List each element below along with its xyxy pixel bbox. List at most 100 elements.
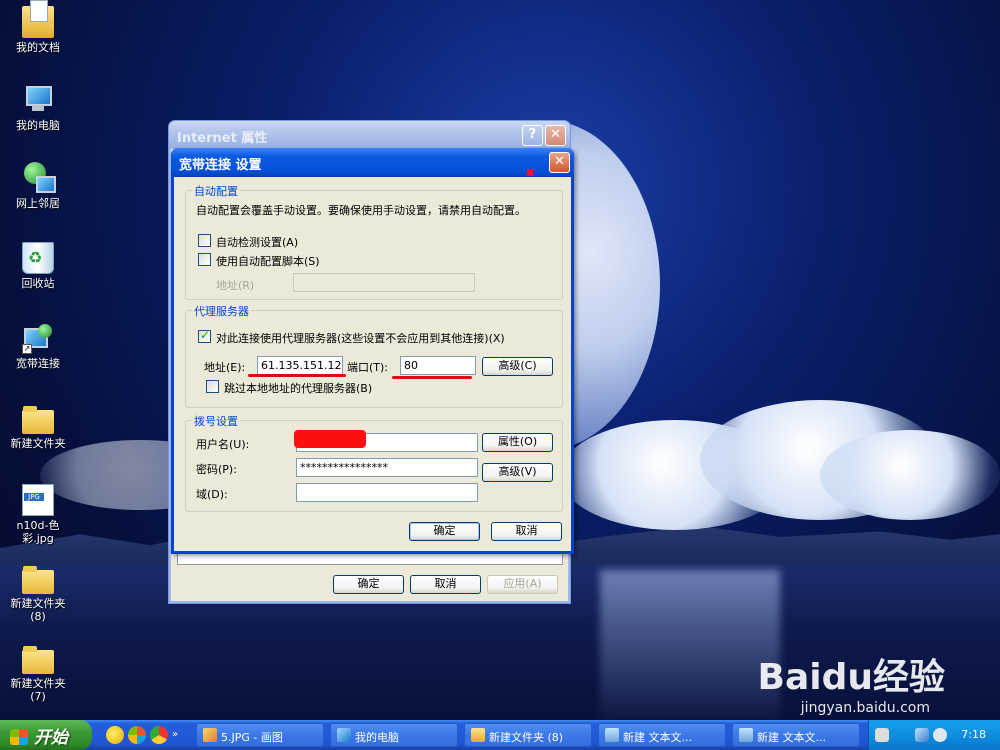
- task-label: 新建文件夹 (8): [489, 731, 564, 744]
- recycle-bin-icon: [22, 242, 54, 274]
- taskbar-item-my-computer[interactable]: 我的电脑: [330, 723, 458, 747]
- quicklaunch-icon[interactable]: [128, 726, 146, 744]
- folder-icon: [22, 406, 54, 434]
- help-button[interactable]: ?: [522, 125, 543, 146]
- dialup-settings-group: 拨号设置 用户名(U): 属性(O) 密码(P): **************…: [185, 413, 563, 512]
- proxy-port-label: 端口(T):: [347, 361, 389, 374]
- dialog-title: 宽带连接 设置: [179, 158, 262, 173]
- use-proxy-label[interactable]: 对此连接使用代理服务器(这些设置不会应用到其他连接)(X): [216, 330, 505, 346]
- start-label: 开始: [34, 728, 68, 748]
- taskbar-item-paint[interactable]: 5.JPG - 画图: [196, 723, 324, 747]
- close-button[interactable]: ✕: [545, 125, 566, 146]
- close-button[interactable]: ✕: [549, 152, 570, 173]
- task-label: 我的电脑: [355, 731, 399, 744]
- my-documents-icon: [22, 0, 54, 38]
- ok-button[interactable]: 确定: [333, 575, 404, 594]
- volume-icon[interactable]: [933, 728, 947, 742]
- desktop-icon-new-folder-8[interactable]: 新建文件夹 (8): [0, 566, 76, 623]
- quicklaunch-icon[interactable]: »: [172, 730, 182, 740]
- group-legend: 代理服务器: [192, 303, 251, 319]
- dialup-advanced-button[interactable]: 高级(V): [482, 463, 553, 482]
- auto-config-description: 自动配置会覆盖手动设置。要确保使用手动设置，请禁用自动配置。: [196, 204, 526, 217]
- desktop-icon-my-computer[interactable]: 我的电脑: [0, 84, 76, 132]
- taskbar: 开始 » 5.JPG - 画图 我的电脑 新建文件夹 (8) 新建 文本文...…: [0, 720, 1000, 750]
- system-tray: 7:18: [868, 720, 1000, 750]
- use-proxy-checkbox[interactable]: [198, 328, 211, 343]
- desktop-icon-network-places[interactable]: 网上邻居: [0, 162, 76, 210]
- desktop-icon-label: 我的电脑: [16, 119, 60, 132]
- broadband-settings-dialog: 宽带连接 设置 ✕ 自动配置 自动配置会覆盖手动设置。要确保使用手动设置，请禁用…: [171, 148, 574, 554]
- redaction-mark: [294, 430, 366, 448]
- use-script-checkbox[interactable]: [198, 253, 211, 266]
- proxy-address-input[interactable]: 61.135.151.122: [257, 356, 343, 375]
- broadband-connection-icon: ↗: [22, 322, 54, 354]
- properties-button[interactable]: 属性(O): [482, 433, 553, 452]
- windows-logo-icon: [10, 729, 28, 745]
- desktop-icon-label: n10d-色彩.jpg: [16, 519, 60, 545]
- shortcut-arrow-icon: ↗: [22, 344, 32, 354]
- domain-label: 域(D):: [196, 488, 228, 501]
- folder-icon: [22, 566, 54, 594]
- desktop-icon-label: 回收站: [21, 277, 55, 290]
- red-underline-annotation: [248, 374, 346, 377]
- keyboard-icon[interactable]: [875, 728, 889, 742]
- taskbar-item-notepad-2[interactable]: 新建 文本文...: [732, 723, 860, 747]
- desktop-icon-my-documents[interactable]: 我的文档: [0, 0, 76, 54]
- proxy-address-label: 地址(E):: [204, 361, 246, 374]
- internet-properties-titlebar[interactable]: Internet 属性 ? ✕: [169, 121, 570, 149]
- desktop-icon-jpg-file[interactable]: n10d-色彩.jpg: [0, 484, 76, 545]
- desktop-icon-label: 新建文件夹 (7): [10, 677, 66, 703]
- desktop-icon-recycle-bin[interactable]: 回收站: [0, 242, 76, 290]
- wallpaper-reflection: [600, 570, 780, 720]
- group-legend: 拨号设置: [192, 413, 240, 429]
- network-places-icon: [22, 162, 56, 194]
- proxy-server-group: 代理服务器 对此连接使用代理服务器(这些设置不会应用到其他连接)(X) 地址(E…: [185, 303, 563, 408]
- start-button[interactable]: 开始: [0, 720, 92, 750]
- script-address-input[interactable]: [293, 273, 475, 292]
- wallpaper-cloud: [820, 430, 1000, 520]
- script-address-label: 地址(R): [216, 279, 255, 292]
- cancel-button[interactable]: 取消: [410, 575, 481, 594]
- desktop-icon-broadband[interactable]: ↗ 宽带连接: [0, 322, 76, 370]
- apply-button[interactable]: 应用(A): [487, 575, 558, 594]
- desktop-icon-label: 新建文件夹: [10, 437, 66, 450]
- notepad-icon: [605, 728, 619, 742]
- baidu-watermark-logo: Baidu经验: [757, 657, 945, 698]
- bypass-local-label[interactable]: 跳过本地地址的代理服务器(B): [224, 380, 372, 396]
- desktop-icon-new-folder-7[interactable]: 新建文件夹 (7): [0, 646, 76, 703]
- task-label: 5.JPG - 画图: [221, 731, 283, 744]
- quicklaunch-icon[interactable]: [150, 726, 168, 744]
- taskbar-item-notepad-1[interactable]: 新建 文本文...: [598, 723, 726, 747]
- ok-button[interactable]: 确定: [409, 522, 480, 541]
- auto-detect-checkbox[interactable]: [198, 234, 211, 247]
- desktop-icon-new-folder[interactable]: 新建文件夹: [0, 406, 76, 450]
- group-legend: 自动配置: [192, 183, 240, 199]
- bypass-local-checkbox[interactable]: [206, 380, 219, 393]
- use-script-label[interactable]: 使用自动配置脚本(S): [216, 253, 320, 269]
- quicklaunch-icon[interactable]: [106, 726, 124, 744]
- jpg-file-icon: [22, 484, 54, 516]
- password-input[interactable]: ****************: [296, 458, 478, 477]
- paint-icon: [203, 728, 217, 742]
- proxy-advanced-button[interactable]: 高级(C): [482, 357, 553, 376]
- cursor-dot: [527, 170, 533, 176]
- folder-icon: [471, 728, 485, 742]
- my-computer-icon: [22, 84, 54, 116]
- desktop-icon-label: 网上邻居: [16, 197, 60, 210]
- desktop-icon-label: 新建文件夹 (8): [10, 597, 66, 623]
- auto-detect-label[interactable]: 自动检测设置(A): [216, 234, 298, 250]
- network-icon[interactable]: [915, 728, 929, 742]
- folder-icon: [22, 646, 54, 674]
- domain-input[interactable]: [296, 483, 478, 502]
- desktop-icon-label: 我的文档: [16, 41, 60, 54]
- baidu-watermark-url: jingyan.baidu.com: [800, 700, 930, 716]
- cancel-button[interactable]: 取消: [491, 522, 562, 541]
- task-label: 新建 文本文...: [623, 731, 692, 744]
- username-label: 用户名(U):: [196, 438, 250, 451]
- red-underline-annotation: [392, 376, 472, 379]
- dialog-titlebar[interactable]: 宽带连接 设置 ✕: [171, 148, 574, 177]
- taskbar-item-new-folder-8[interactable]: 新建文件夹 (8): [464, 723, 592, 747]
- proxy-port-input[interactable]: 80: [400, 356, 476, 375]
- clock: 7:18: [961, 728, 986, 741]
- my-computer-icon: [337, 728, 351, 742]
